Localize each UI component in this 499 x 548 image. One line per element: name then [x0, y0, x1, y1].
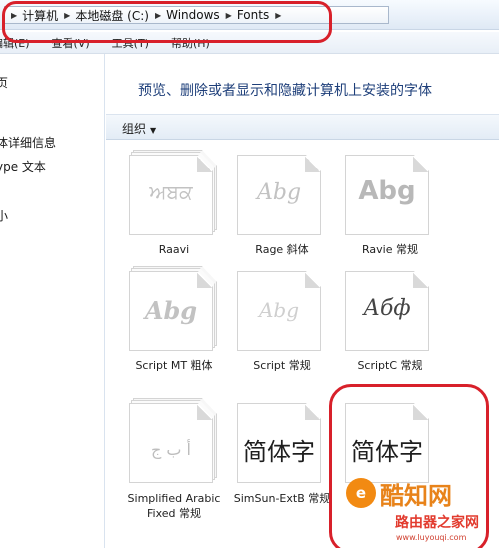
font-tile-raavi[interactable]: ਅਬਕ — [129, 150, 219, 236]
page-title: 预览、删除或者显示和隐藏计算机上安装的字体 — [138, 83, 432, 99]
font-label: Raavi — [158, 243, 190, 256]
font-label: Simplified Arabic Fixed 常规 — [127, 492, 221, 520]
watermark-site: 路由器之家网 — [395, 515, 479, 531]
font-sample: Abg — [258, 298, 300, 322]
font-tile-script-mt[interactable]: Abg — [129, 266, 219, 352]
font-tile-scriptc[interactable]: Абф — [345, 266, 435, 352]
font-sample: 简体字 — [243, 438, 315, 466]
font-tile-rage[interactable]: Abg — [237, 150, 327, 236]
font-sample: Абф — [363, 296, 411, 321]
font-tile-script[interactable]: Abg — [237, 266, 327, 352]
font-sample: ਅਬਕ — [149, 180, 193, 204]
font-sample: أ ب ج — [150, 440, 191, 459]
task-link-size[interactable]: 小 — [0, 207, 8, 224]
watermark-url: www.luyouqi.com — [396, 533, 467, 542]
font-label: SimSun-ExtB 常规 — [233, 492, 331, 505]
task-link-font-details[interactable]: 体详细信息 — [0, 134, 56, 151]
organize-label: 组织 — [122, 122, 147, 136]
font-sample: Abg — [144, 296, 198, 325]
watermark-brand: 酷知网 — [380, 482, 452, 510]
font-label: Rage 斜体 — [255, 243, 309, 256]
font-label: Ravie 常规 — [362, 243, 418, 256]
font-sample: Abg — [358, 176, 416, 206]
font-tile-ravie[interactable]: Abg — [345, 150, 435, 236]
task-link-home[interactable]: 页 — [0, 74, 8, 91]
highlight-oval-address — [2, 1, 332, 43]
watermark-logo-icon: e — [346, 478, 376, 508]
font-label: ScriptC 常规 — [357, 359, 423, 372]
organize-button[interactable]: 组织 ▼ — [122, 120, 156, 137]
font-tile-simplified-arabic[interactable]: أ ب ج — [129, 398, 219, 484]
caret-down-icon: ▼ — [150, 126, 157, 135]
left-task-pane: 页 体详细信息 ype 文本 小 — [0, 54, 105, 548]
command-toolbar: 组织 ▼ — [106, 114, 499, 140]
font-label: Script 常规 — [253, 359, 311, 372]
font-label: Script MT 粗体 — [135, 359, 213, 372]
task-link-cleartype[interactable]: ype 文本 — [0, 158, 46, 175]
font-tile-simsun-extb[interactable]: 简体字 — [237, 398, 327, 484]
font-sample: Abg — [256, 180, 302, 205]
